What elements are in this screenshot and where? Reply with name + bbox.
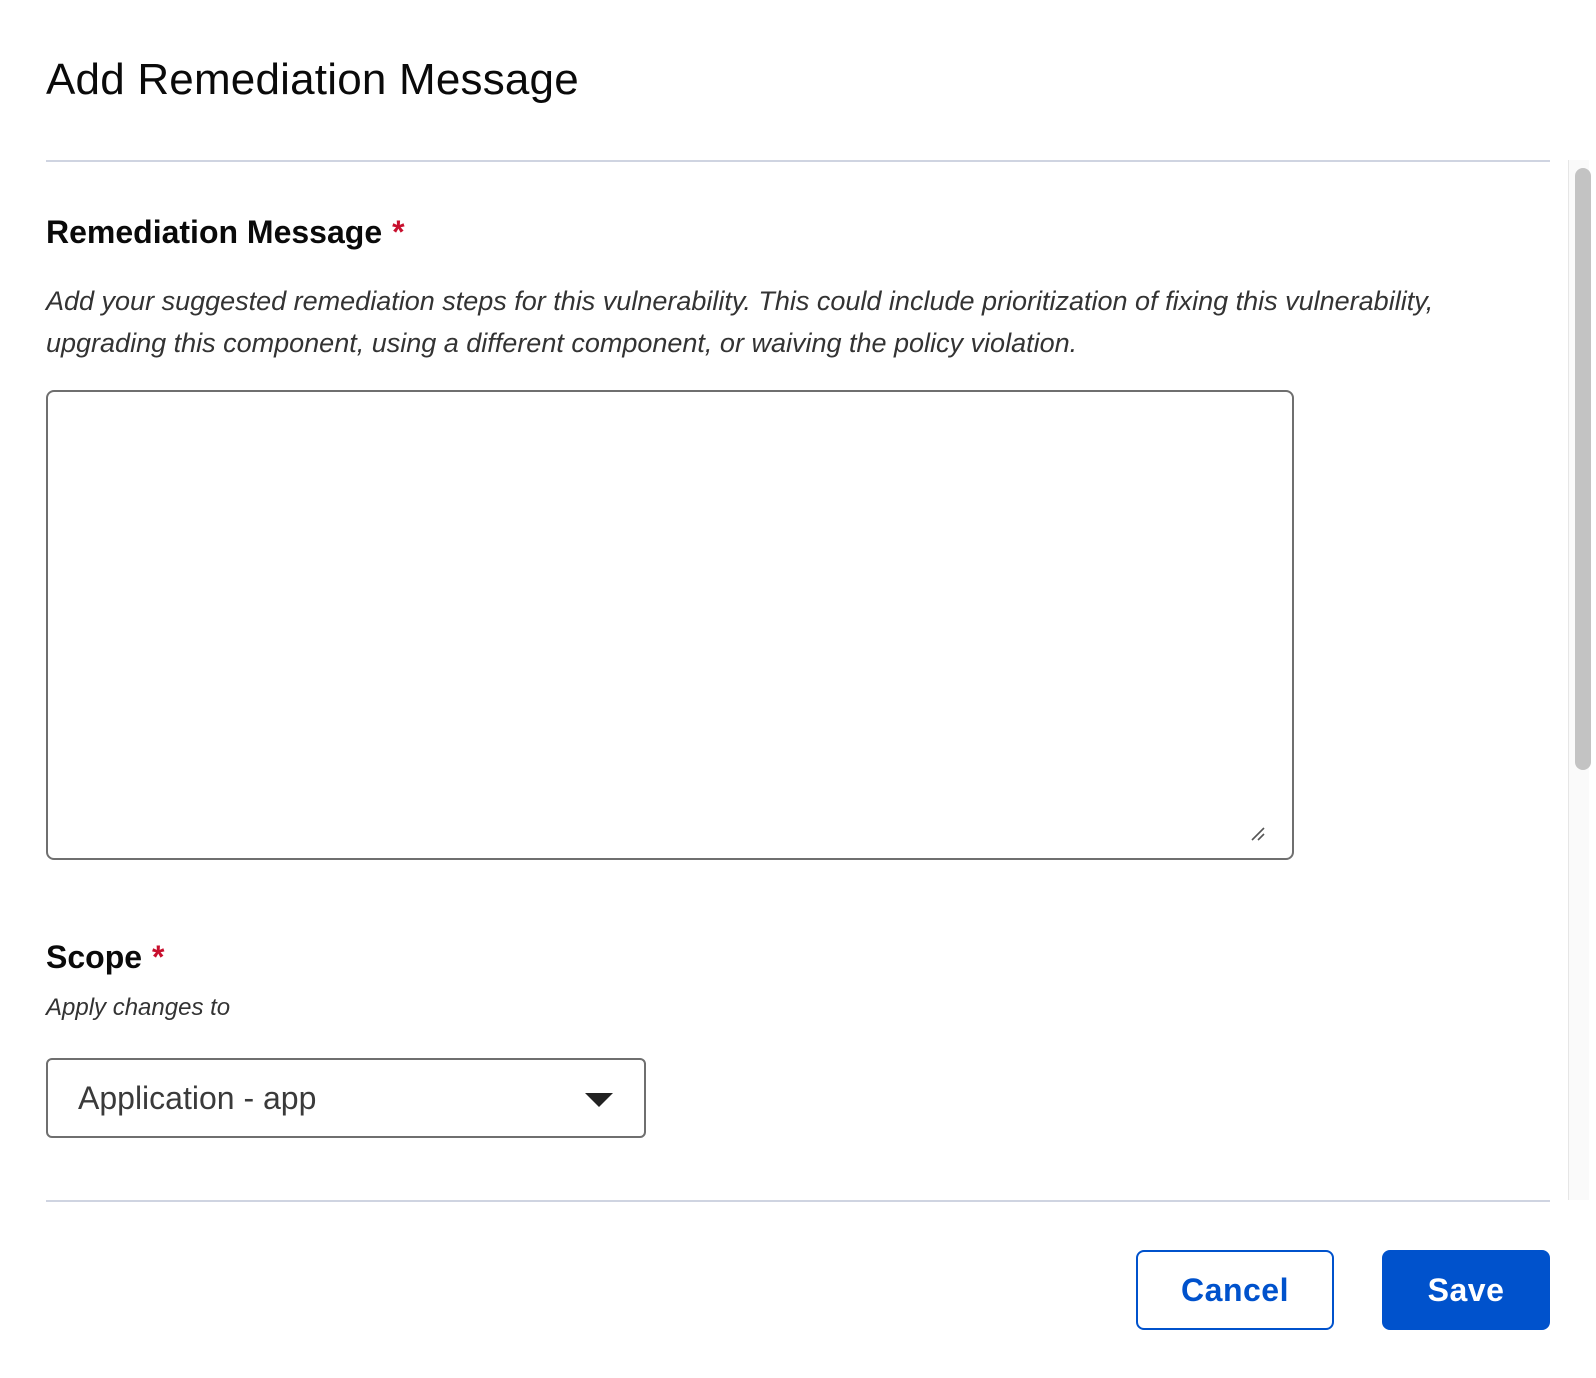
resize-handle-icon[interactable]	[1250, 826, 1266, 842]
required-indicator: *	[392, 214, 405, 250]
footer-divider	[46, 1200, 1550, 1202]
remediation-dialog: Add Remediation Message Remediation Mess…	[0, 0, 1596, 1378]
dialog-title: Add Remediation Message	[46, 55, 579, 104]
scope-help-text: Apply changes to	[46, 994, 231, 1021]
remediation-message-field	[46, 390, 1294, 860]
remediation-message-label-text: Remediation Message	[46, 214, 383, 250]
remediation-help-line-2: upgrading this component, using a differ…	[46, 328, 1078, 358]
required-indicator: *	[152, 939, 165, 975]
remediation-message-label: Remediation Message *	[46, 212, 405, 252]
scope-selected-value: Application - app	[78, 1080, 317, 1116]
scope-label: Scope *	[46, 937, 164, 977]
cancel-button[interactable]: Cancel	[1136, 1250, 1334, 1330]
scrollbar-thumb[interactable]	[1575, 168, 1591, 770]
scope-label-text: Scope	[46, 939, 143, 975]
header-divider	[46, 160, 1550, 162]
scope-select[interactable]: Application - app	[46, 1058, 646, 1138]
caret-down-icon	[585, 1093, 613, 1107]
remediation-help-line-1: Add your suggested remediation steps for…	[46, 286, 1434, 316]
remediation-message-textarea[interactable]	[46, 390, 1294, 860]
save-button[interactable]: Save	[1382, 1250, 1550, 1330]
